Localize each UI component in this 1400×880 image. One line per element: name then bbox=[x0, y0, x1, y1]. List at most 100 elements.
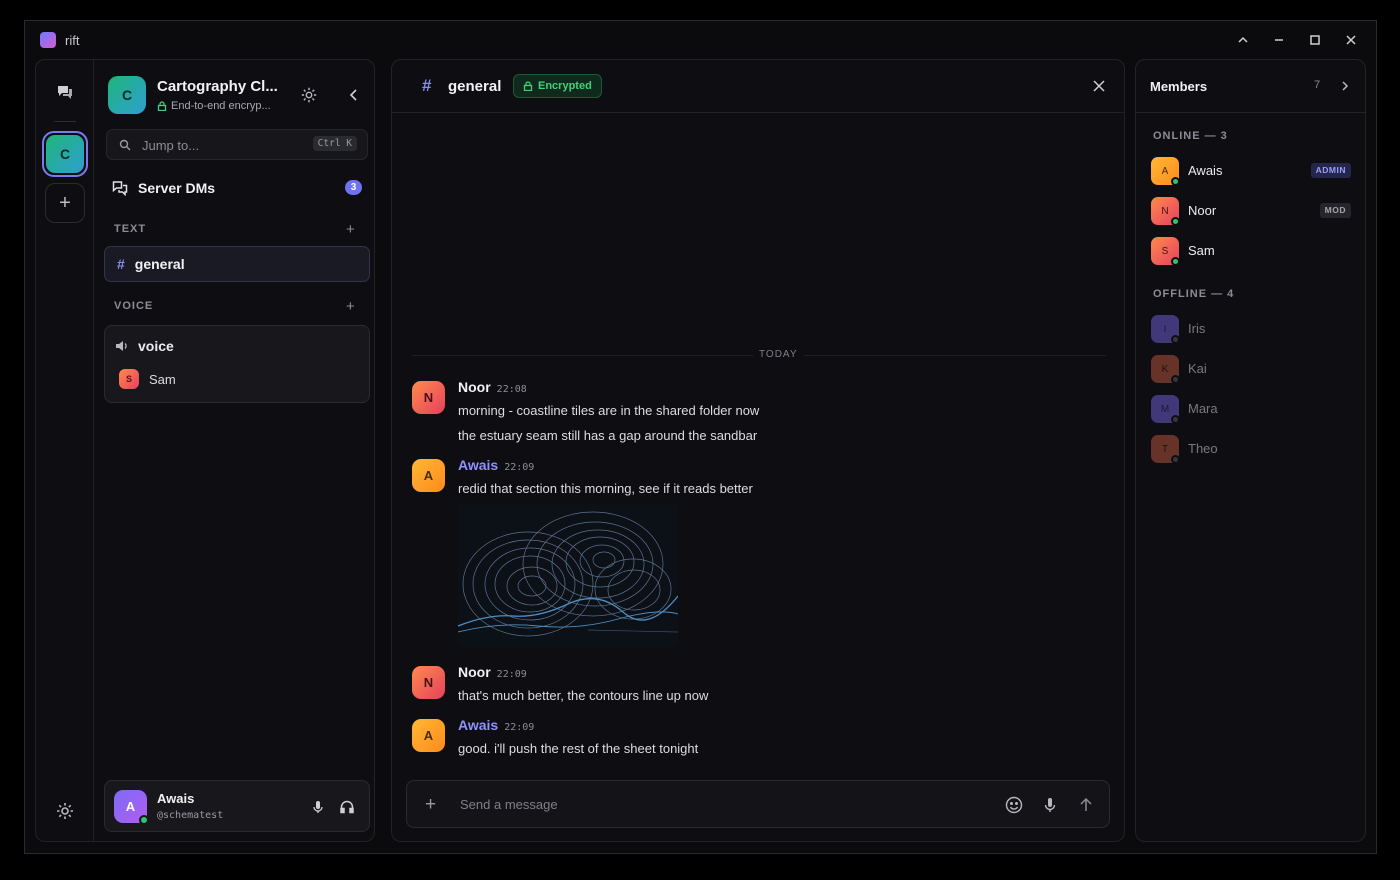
channel-sidebar: C Cartography Cl... End-to-end encryp...… bbox=[94, 60, 376, 841]
message-author[interactable]: Awais bbox=[458, 717, 498, 733]
add-server-button[interactable]: + bbox=[45, 183, 85, 223]
emoji-icon bbox=[1005, 796, 1023, 814]
member-item[interactable]: I Iris bbox=[1151, 315, 1351, 344]
app-logo bbox=[40, 32, 56, 48]
server-dms-item[interactable]: Server DMs 3 bbox=[112, 178, 364, 198]
avatar[interactable]: N bbox=[412, 381, 445, 414]
chat-bubbles-icon bbox=[58, 86, 72, 99]
date-divider-label: TODAY bbox=[753, 349, 804, 360]
collapse-window-button[interactable] bbox=[1233, 30, 1253, 50]
role-badge: ADMIN bbox=[1310, 163, 1351, 178]
member-item[interactable]: N Noor MOD bbox=[1151, 197, 1351, 226]
offline-status-dot bbox=[1171, 415, 1180, 424]
unread-badge: 3 bbox=[345, 180, 362, 195]
microphone-toggle[interactable] bbox=[310, 799, 326, 815]
contour-map-image bbox=[458, 511, 678, 637]
app-window: rift C + C Cartography Cl... End-to-end … bbox=[24, 20, 1377, 854]
keyboard-shortcut: Ctrl K bbox=[312, 136, 357, 151]
member-item[interactable]: A Awais ADMIN bbox=[1151, 157, 1351, 186]
channel-item-general[interactable]: # general bbox=[104, 246, 370, 282]
offline-status-dot bbox=[1171, 335, 1180, 344]
voice-channel-name: voice bbox=[138, 338, 174, 354]
chevron-right-icon bbox=[1342, 81, 1349, 91]
jump-placeholder: Jump to... bbox=[142, 138, 200, 153]
headphones-toggle[interactable] bbox=[339, 799, 355, 815]
server-subtitle: End-to-end encryp... bbox=[171, 100, 271, 112]
member-item[interactable]: S Sam bbox=[1151, 237, 1351, 266]
online-status-dot bbox=[139, 815, 149, 825]
send-button[interactable] bbox=[1077, 796, 1095, 814]
add-attachment-button[interactable]: + bbox=[425, 794, 436, 816]
close-channel-button[interactable] bbox=[1092, 79, 1106, 93]
close-window-button[interactable] bbox=[1341, 30, 1361, 50]
text-section-label: TEXT bbox=[114, 223, 147, 235]
voice-participant[interactable]: S Sam bbox=[119, 369, 176, 389]
online-status-dot bbox=[1171, 217, 1180, 226]
image-attachment[interactable] bbox=[458, 504, 678, 647]
avatar[interactable]: N bbox=[412, 666, 445, 699]
microphone-icon bbox=[1044, 798, 1056, 812]
server-name[interactable]: Cartography Cl... bbox=[157, 78, 278, 95]
server-icon-cartography[interactable]: C bbox=[42, 131, 88, 177]
message-text: that's much better, the contours line up… bbox=[458, 688, 709, 703]
search-icon bbox=[119, 139, 131, 151]
gear-icon bbox=[301, 87, 317, 103]
member-name: Sam bbox=[1188, 243, 1215, 258]
server-initial: C bbox=[46, 135, 84, 173]
minimize-button[interactable] bbox=[1269, 30, 1289, 50]
member-name: Awais bbox=[1188, 163, 1223, 178]
channel-header: # general Encrypted bbox=[392, 60, 1124, 113]
settings-button[interactable] bbox=[55, 801, 75, 821]
user-name: Awais bbox=[157, 791, 195, 806]
direct-messages-button[interactable] bbox=[54, 82, 76, 104]
message-author[interactable]: Noor bbox=[458, 664, 491, 680]
message-header: Noor 22:09 bbox=[458, 664, 527, 680]
avatar[interactable]: A bbox=[412, 719, 445, 752]
encrypted-badge: Encrypted bbox=[513, 74, 602, 98]
app-title: rift bbox=[65, 33, 80, 48]
server-settings-button[interactable] bbox=[300, 86, 318, 104]
lock-icon bbox=[523, 81, 533, 91]
voice-message-button[interactable] bbox=[1041, 796, 1059, 814]
message-composer[interactable]: + Send a message bbox=[406, 780, 1110, 828]
message-header: Awais 22:09 bbox=[458, 457, 534, 473]
collapse-sidebar-button[interactable] bbox=[346, 87, 362, 103]
voice-channel-card[interactable]: voice S Sam bbox=[104, 325, 370, 403]
collapse-members-button[interactable] bbox=[1339, 80, 1351, 92]
offline-status-dot bbox=[1171, 375, 1180, 384]
maximize-button[interactable] bbox=[1305, 30, 1325, 50]
message-text: morning - coastline tiles are in the sha… bbox=[458, 403, 760, 418]
message-timestamp: 22:09 bbox=[504, 462, 535, 473]
plus-icon: + bbox=[346, 221, 355, 238]
channel-title: general bbox=[448, 78, 502, 95]
plus-icon: + bbox=[425, 794, 437, 815]
member-item[interactable]: K Kai bbox=[1151, 355, 1351, 384]
online-status-dot bbox=[1171, 177, 1180, 186]
message-author[interactable]: Noor bbox=[458, 379, 491, 395]
user-handle: @schematest bbox=[157, 810, 224, 821]
emoji-button[interactable] bbox=[1005, 796, 1023, 814]
server-avatar: C bbox=[108, 76, 146, 114]
title-bar: rift bbox=[25, 21, 1376, 59]
message-author[interactable]: Awais bbox=[458, 457, 498, 473]
message-text: the estuary seam still has a gap around … bbox=[458, 428, 758, 443]
add-voice-channel-button[interactable]: + bbox=[346, 299, 358, 314]
headphones-icon bbox=[340, 800, 354, 814]
maximize-icon bbox=[1310, 35, 1320, 45]
avatar[interactable]: A bbox=[412, 459, 445, 492]
message-header: Noor 22:08 bbox=[458, 379, 527, 395]
members-count: 7 bbox=[1314, 79, 1321, 91]
offline-group-label: OFFLINE — 4 bbox=[1153, 288, 1235, 300]
member-item[interactable]: M Mara bbox=[1151, 395, 1351, 424]
server-encryption-status: End-to-end encryp... bbox=[157, 100, 271, 112]
add-text-channel-button[interactable]: + bbox=[346, 221, 358, 238]
chevron-up-icon bbox=[1238, 36, 1248, 43]
member-name: Mara bbox=[1188, 401, 1218, 416]
member-item[interactable]: T Theo bbox=[1151, 435, 1351, 464]
lock-icon bbox=[157, 101, 167, 111]
gear-icon bbox=[57, 803, 73, 819]
member-name: Noor bbox=[1188, 203, 1217, 218]
jump-to-search[interactable]: Jump to... Ctrl K bbox=[106, 129, 368, 160]
message-input[interactable]: Send a message bbox=[460, 797, 558, 812]
server-rail: C + bbox=[36, 60, 94, 841]
